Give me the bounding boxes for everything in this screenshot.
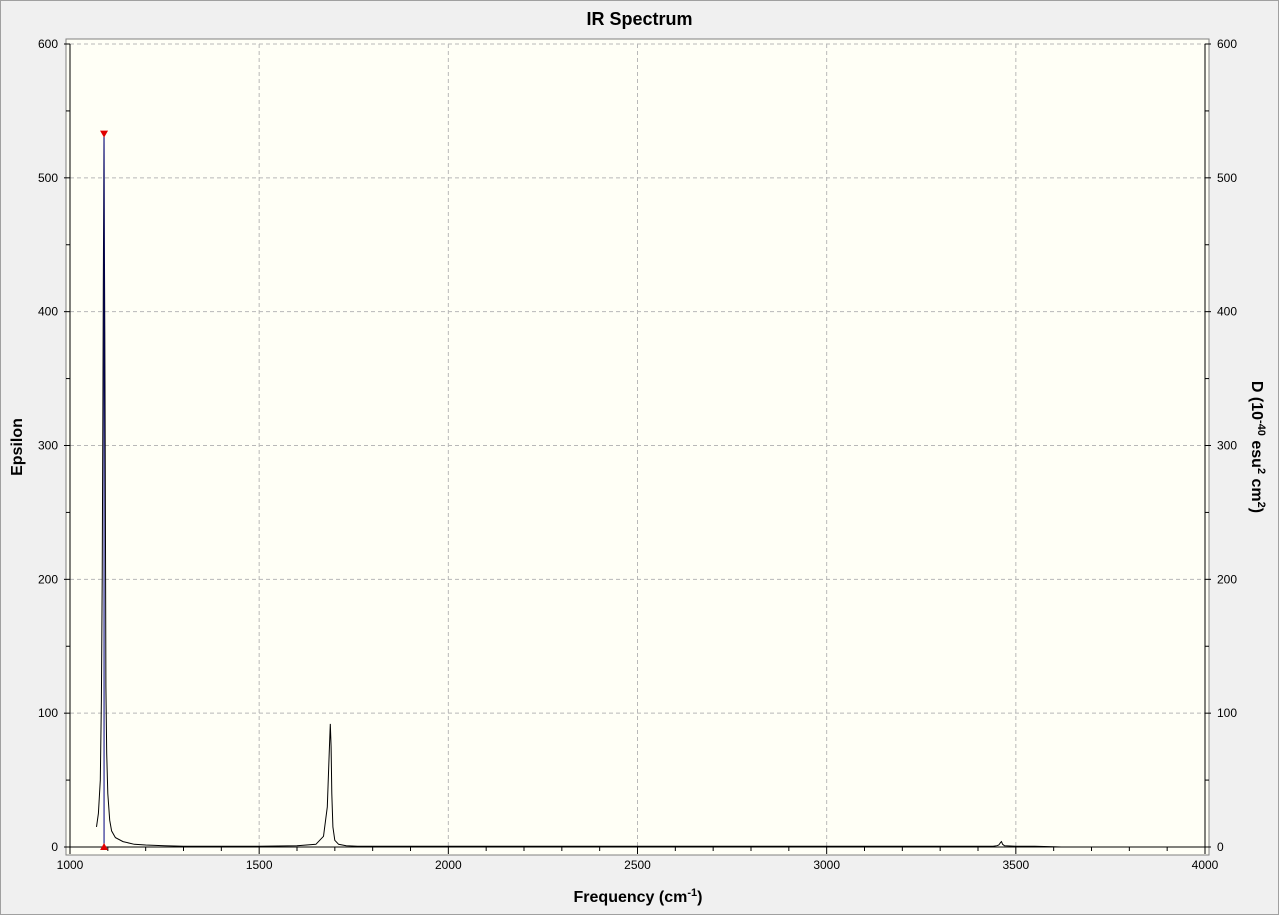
left-y-tick-label-400: 400: [38, 305, 58, 319]
x-axis-title-main: Frequency (cm: [574, 889, 688, 906]
left-y-tick-label-200: 200: [38, 572, 58, 586]
right-y-title-sup1: -40: [1255, 420, 1267, 436]
x-tick-label-1000: 1000: [57, 858, 84, 872]
x-tick-label-4000: 4000: [1192, 858, 1219, 872]
right-y-tick-label-300: 300: [1217, 439, 1237, 453]
x-tick-label-2000: 2000: [435, 858, 462, 872]
right-y-tick-label-0: 0: [1217, 840, 1224, 854]
x-axis-title-tail: ): [697, 889, 702, 906]
left-y-tick-label-600: 600: [38, 37, 58, 51]
right-y-tick-label-100: 100: [1217, 706, 1237, 720]
right-y-tick-label-200: 200: [1217, 572, 1237, 586]
right-y-title-b: esu: [1248, 436, 1265, 468]
right-y-title-a: D (10: [1248, 381, 1265, 420]
right-y-tick-label-500: 500: [1217, 171, 1237, 185]
left-y-tick-label-300: 300: [38, 439, 58, 453]
x-tick-label-1500: 1500: [246, 858, 273, 872]
left-y-axis-title: Epsilon: [9, 418, 26, 476]
x-tick-label-2500: 2500: [624, 858, 651, 872]
left-y-tick-label-0: 0: [51, 840, 58, 854]
x-tick-label-3500: 3500: [1002, 858, 1029, 872]
right-y-title-d: ): [1248, 508, 1265, 513]
right-y-tick-label-600: 600: [1217, 37, 1237, 51]
x-axis-title-sup: -1: [687, 887, 697, 899]
x-axis-title: Frequency (cm-1): [574, 887, 703, 906]
right-y-title-c: cm: [1248, 474, 1265, 502]
left-y-tick-label-100: 100: [38, 706, 58, 720]
right-y-tick-label-400: 400: [1217, 305, 1237, 319]
left-y-tick-label-500: 500: [38, 171, 58, 185]
x-tick-label-3000: 3000: [813, 858, 840, 872]
right-y-axis-title: D (10-40 esu2 cm2): [1248, 381, 1267, 513]
ir-spectrum-chart[interactable]: 1000 1500 2000 2500 3000 3500 4000 0 0 100 100 200 2…: [0, 0, 1279, 915]
